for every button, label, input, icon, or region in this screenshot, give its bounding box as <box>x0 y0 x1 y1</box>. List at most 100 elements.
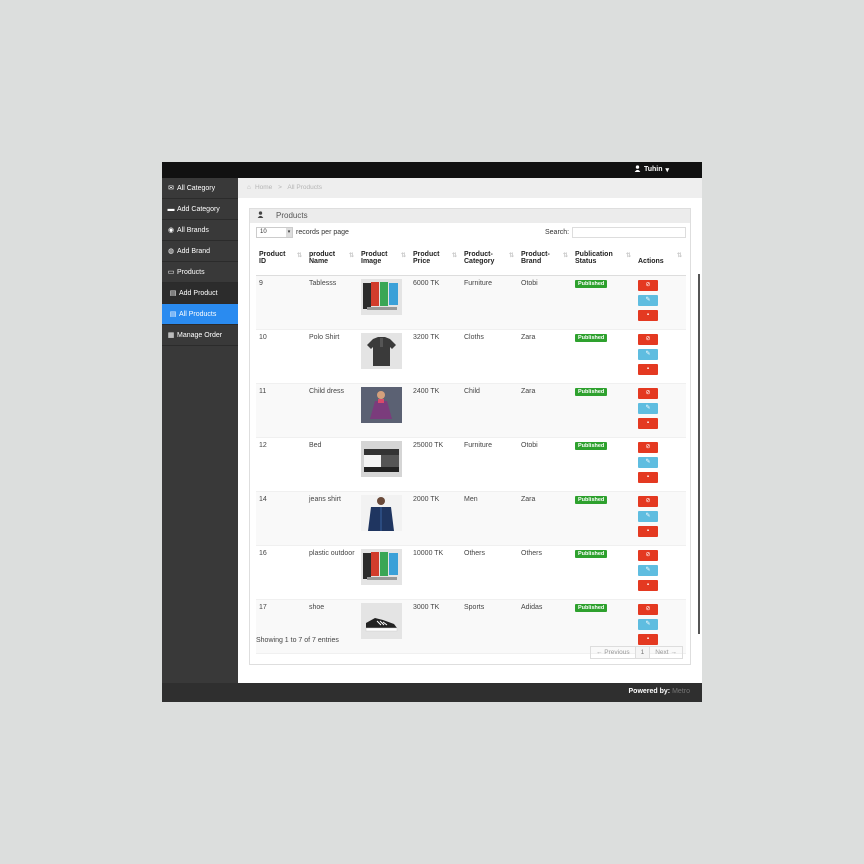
delete-button[interactable]: ▪ <box>638 472 658 483</box>
breadcrumb-current[interactable]: All Products <box>287 184 322 191</box>
unpublish-button[interactable]: ⊘ <box>638 334 658 345</box>
sort-icon: ⇅ <box>400 253 406 259</box>
column-header-line2: ID <box>259 258 266 265</box>
card-icon: ▬ <box>167 205 175 213</box>
delete-button[interactable]: ▪ <box>638 364 658 375</box>
status-badge: Published <box>575 604 608 612</box>
delete-button[interactable]: ▪ <box>638 634 658 645</box>
unpublish-button[interactable]: ⊘ <box>638 496 658 507</box>
edit-button[interactable]: ✎ <box>638 619 658 630</box>
sort-icon: ⇅ <box>562 253 568 259</box>
table-row: 16 plastic outdoor 10000 TK Others Others Pub… <box>256 545 686 600</box>
sidebar-item-label: All Products <box>179 310 217 318</box>
sidebar-item[interactable]: ▤ Add Product <box>162 283 238 304</box>
status-cell: Published <box>572 437 635 492</box>
powered-by-brand[interactable]: Metro <box>672 688 690 695</box>
chairs-image <box>361 549 407 585</box>
sort-icon: ⇅ <box>625 253 631 259</box>
products-panel: Products 10 ▾ records per page Search: P… <box>249 208 691 665</box>
polo-shirt-image <box>361 333 407 369</box>
search-input[interactable] <box>572 227 686 238</box>
sidebar-item[interactable]: ◍ Add Brand <box>162 241 238 262</box>
edit-button[interactable]: ✎ <box>638 349 658 360</box>
sidebar-item[interactable]: ◉ All Brands <box>162 220 238 241</box>
actions-cell: ⊘ ✎ ▪ <box>635 275 686 330</box>
column-header-line1: Product- <box>464 251 493 258</box>
edit-button[interactable]: ✎ <box>638 565 658 576</box>
column-header[interactable]: Actions ⇅ <box>635 249 686 276</box>
column-header[interactable]: Product- Brand ⇅ <box>518 249 572 276</box>
user-icon <box>634 165 641 174</box>
sidebar-item[interactable]: ✉ All Category <box>162 178 238 199</box>
column-header[interactable]: Product ID ⇅ <box>256 249 306 276</box>
jeans-shirt-image <box>361 495 407 531</box>
select-arrow-icon: ▾ <box>286 228 292 237</box>
unpublish-button[interactable]: ⊘ <box>638 604 658 615</box>
edit-icon: ✎ <box>645 351 651 357</box>
pagination: ← Previous 1 Next → <box>590 646 683 659</box>
folder-icon: ▭ <box>167 268 175 276</box>
file-icon: ▤ <box>169 289 177 297</box>
records-per-page-select[interactable]: 10 ▾ <box>256 227 293 238</box>
column-header[interactable]: Product- Category ⇅ <box>461 249 518 276</box>
table-header-row: Product ID ⇅ product Name ⇅ Product Image ⇅ Produ… <box>256 249 686 276</box>
breadcrumb-separator: > <box>278 184 282 191</box>
cell-name: Tablesss <box>306 275 358 330</box>
status-badge: Published <box>575 280 608 288</box>
cell-id: 12 <box>256 437 306 492</box>
delete-button[interactable]: ▪ <box>638 526 658 537</box>
column-header[interactable]: Publication Status ⇅ <box>572 249 635 276</box>
previous-page-button[interactable]: ← Previous <box>591 647 636 658</box>
user-menu[interactable]: Tuhin ▾ <box>634 165 669 174</box>
unpublish-icon: ⊘ <box>645 336 651 342</box>
unpublish-button[interactable]: ⊘ <box>638 280 658 291</box>
delete-button[interactable]: ▪ <box>638 580 658 591</box>
actions-cell: ⊘ ✎ ▪ <box>635 437 686 492</box>
table-info: Showing 1 to 7 of 7 entries <box>256 637 339 644</box>
status-badge: Published <box>575 550 608 558</box>
delete-button[interactable]: ▪ <box>638 310 658 321</box>
edit-button[interactable]: ✎ <box>638 457 658 468</box>
page-1-button[interactable]: 1 <box>635 647 651 658</box>
cell-price: 3000 TK <box>410 599 461 654</box>
cell-brand: Zara <box>518 383 572 438</box>
next-page-button[interactable]: Next → <box>650 647 682 658</box>
column-header[interactable]: Product Image ⇅ <box>358 249 410 276</box>
sidebar-item[interactable]: ▤ All Products <box>162 304 238 325</box>
cell-name: plastic outdoor <box>306 545 358 600</box>
edit-button[interactable]: ✎ <box>638 511 658 522</box>
cell-id: 9 <box>256 275 306 330</box>
table-body: 9 Tablesss 6000 TK Furniture Otobi Published ⊘… <box>256 275 686 654</box>
edit-icon: ✎ <box>645 513 651 519</box>
sidebar-item[interactable]: ▬ Add Category <box>162 199 238 220</box>
cell-category: Furniture <box>461 437 518 492</box>
column-header-line1: Publication <box>575 251 613 258</box>
sidebar-item[interactable]: ▭ Products <box>162 262 238 283</box>
search-label: Search: <box>545 229 570 236</box>
column-header[interactable]: product Name ⇅ <box>306 249 358 276</box>
product-image-cell <box>358 437 410 492</box>
product-image-cell <box>358 545 410 600</box>
cell-price: 2000 TK <box>410 491 461 546</box>
unpublish-button[interactable]: ⊘ <box>638 550 658 561</box>
unpublish-button[interactable]: ⊘ <box>638 388 658 399</box>
cell-id: 10 <box>256 329 306 384</box>
edit-button[interactable]: ✎ <box>638 295 658 306</box>
scrollbar[interactable] <box>698 274 700 634</box>
actions-cell: ⊘ ✎ ▪ <box>635 545 686 600</box>
unpublish-button[interactable]: ⊘ <box>638 442 658 453</box>
sidebar-item[interactable]: ▦ Manage Order <box>162 325 238 346</box>
table-controls: 10 ▾ records per page Search: <box>250 223 690 239</box>
delete-button[interactable]: ▪ <box>638 418 658 429</box>
cell-price: 25000 TK <box>410 437 461 492</box>
breadcrumb: ⌂ Home > All Products <box>238 178 702 198</box>
sidebar-item-label: Products <box>177 268 205 276</box>
product-image-cell <box>358 275 410 330</box>
column-header[interactable]: Product Price ⇅ <box>410 249 461 276</box>
main-content: ⌂ Home > All Products Products 10 ▾ recor… <box>238 178 702 683</box>
edit-icon: ✎ <box>645 567 651 573</box>
sidebar-item-label: All Category <box>177 184 216 192</box>
cell-category: Cloths <box>461 329 518 384</box>
edit-button[interactable]: ✎ <box>638 403 658 414</box>
breadcrumb-home[interactable]: Home <box>255 184 272 191</box>
